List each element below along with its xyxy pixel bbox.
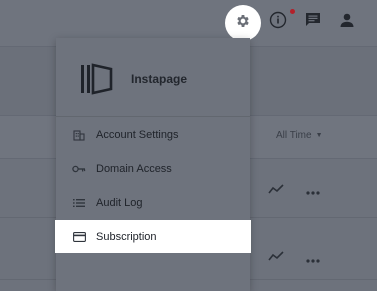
trend-icon[interactable]: [268, 248, 284, 266]
menu-item-label: Domain Access: [96, 162, 172, 175]
gear-icon: [235, 13, 251, 34]
brand-name: Instapage: [131, 72, 188, 86]
menu-item-audit-log[interactable]: Audit Log: [56, 186, 250, 219]
key-icon: [72, 165, 86, 173]
menu-item-label: Audit Log: [96, 196, 143, 209]
settings-dropdown: Instapage Account Settings Domain Access…: [55, 38, 251, 291]
profile-button[interactable]: [337, 12, 357, 32]
info-icon: [269, 11, 287, 34]
building-icon: [72, 129, 86, 141]
chat-icon: [305, 12, 321, 33]
menu-item-label: Subscription: [96, 230, 157, 243]
menu-item-domain-access[interactable]: Domain Access: [56, 152, 250, 185]
credit-card-icon: [72, 231, 86, 242]
time-filter-label: All Time: [276, 130, 312, 141]
time-filter-dropdown[interactable]: All Time ▼: [276, 130, 323, 141]
more-icon[interactable]: [306, 182, 320, 200]
dropdown-header: Instapage: [56, 38, 250, 117]
caret-down-icon: ▼: [315, 132, 323, 139]
person-icon: [339, 12, 355, 33]
trend-icon[interactable]: [268, 181, 284, 199]
instapage-logo: [80, 62, 114, 101]
chat-button[interactable]: [303, 12, 323, 32]
list-icon: [72, 198, 86, 208]
menu-item-account-settings[interactable]: Account Settings: [56, 118, 250, 151]
more-icon[interactable]: [306, 250, 320, 268]
info-button[interactable]: [268, 11, 288, 34]
menu-item-label: Account Settings: [96, 128, 179, 141]
notification-dot: [290, 9, 295, 14]
settings-button[interactable]: [225, 5, 261, 41]
menu-item-subscription[interactable]: Subscription: [55, 220, 251, 253]
